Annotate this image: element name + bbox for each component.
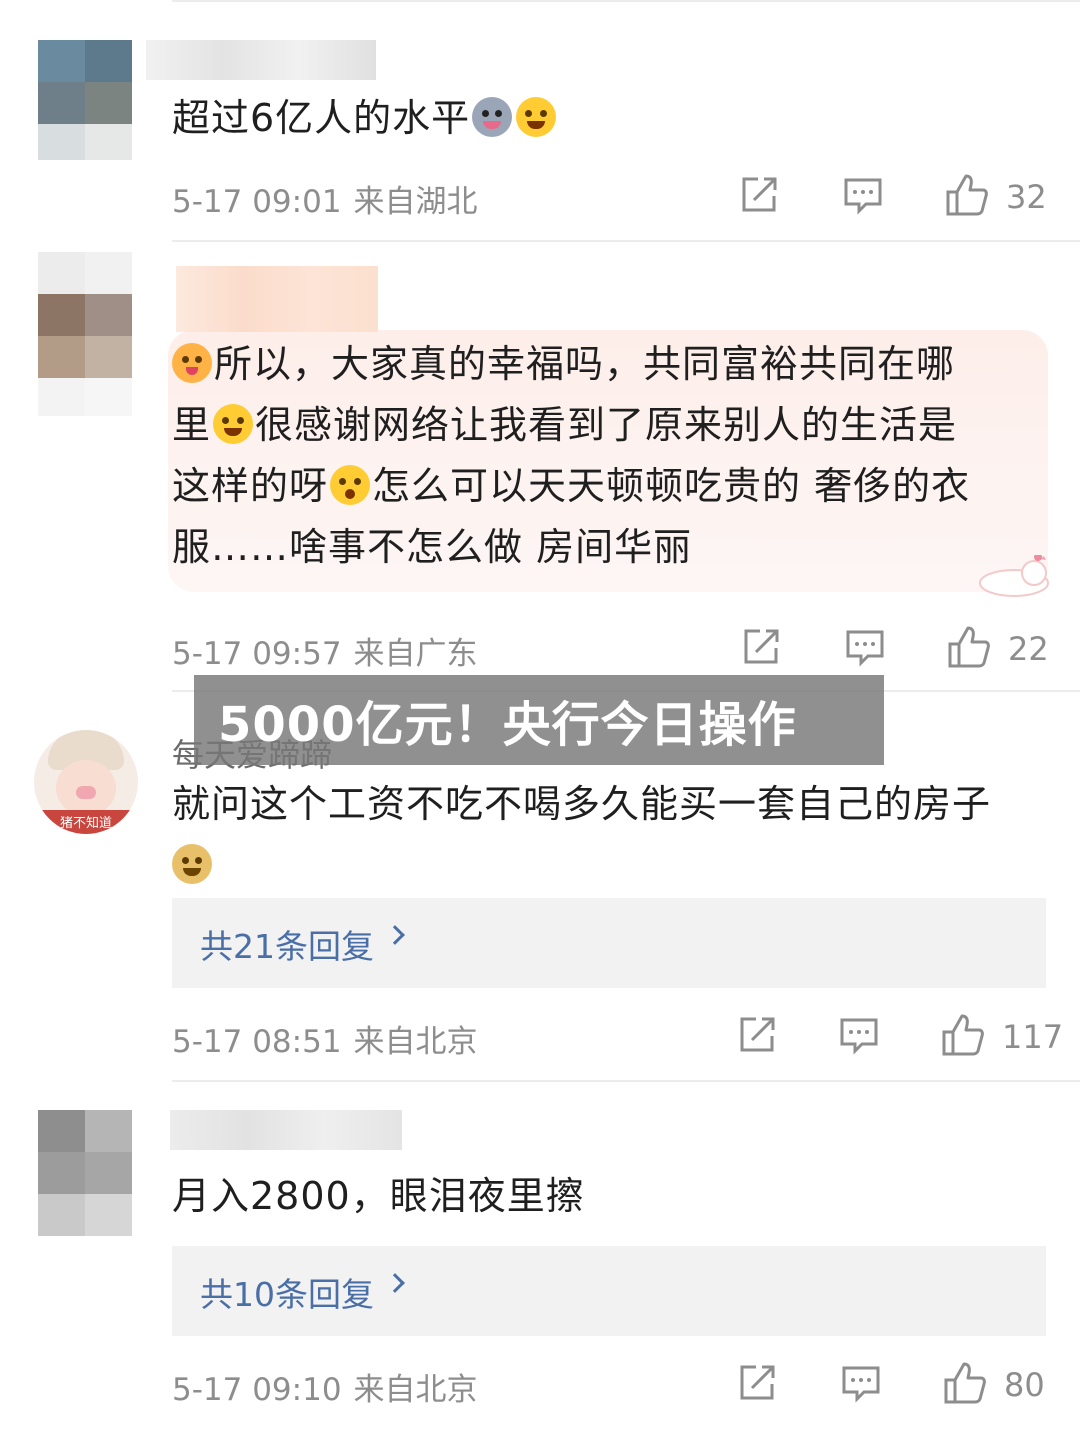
like-count: 22 — [1008, 630, 1049, 668]
blurred-username[interactable] — [176, 266, 378, 332]
comment-meta: 5-17 09:01 来自湖北 — [172, 176, 478, 221]
husky-emoji-icon — [472, 97, 513, 137]
comment-4: 月入2800，眼泪夜里擦 共10条回复 5-17 09:10 来自北京 80 — [0, 1082, 1080, 1440]
location: 来自北京 — [353, 1024, 478, 1060]
comment-icon[interactable] — [842, 174, 884, 216]
like-icon[interactable] — [946, 624, 992, 670]
comment-meta: 5-17 09:10 来自北京 — [172, 1364, 478, 1409]
timestamp: 5-17 09:57 — [172, 636, 342, 672]
comment-icon[interactable] — [844, 626, 886, 668]
avatar-caption: 猪不知道 — [59, 816, 112, 831]
share-icon[interactable] — [738, 174, 780, 216]
view-replies-button[interactable]: 共10条回复 — [172, 1246, 1046, 1336]
like-icon[interactable] — [942, 1360, 988, 1406]
avatar[interactable]: 猪不知道 — [34, 730, 138, 834]
doge-emoji-icon — [172, 844, 212, 884]
comment-actions: 117 — [736, 1012, 1063, 1064]
like-count: 32 — [1006, 178, 1047, 216]
comment-actions: 80 — [736, 1362, 1056, 1412]
blurred-username[interactable] — [170, 1110, 402, 1150]
blush-emoji-icon — [172, 343, 212, 383]
replies-count-link[interactable]: 共21条回复 — [200, 920, 374, 968]
headline-overlay: 5000亿元！央行今日操作 — [194, 675, 884, 765]
comment-actions: 22 — [736, 626, 1056, 676]
comment-icon[interactable] — [838, 1014, 880, 1056]
like-count: 117 — [1002, 1018, 1064, 1056]
comment-text: 月入2800，眼泪夜里擦 — [172, 1174, 585, 1218]
comment-text: 超过6亿人的水平 — [172, 88, 558, 149]
comment-meta: 5-17 08:51 来自北京 — [172, 1016, 478, 1061]
like-icon[interactable] — [940, 1012, 986, 1058]
share-icon[interactable] — [736, 1014, 778, 1056]
like-icon[interactable] — [944, 172, 990, 218]
view-replies-button[interactable]: 共21条回复 — [172, 898, 1046, 988]
share-icon[interactable] — [740, 626, 782, 668]
avatar[interactable] — [38, 252, 132, 416]
timestamp: 5-17 09:01 — [172, 184, 342, 220]
grin-emoji-icon — [213, 404, 254, 444]
comment-text: 就问这个工资不吃不喝多久能买一套自己的房子 — [172, 774, 1052, 896]
replies-count-link[interactable]: 共10条回复 — [200, 1268, 374, 1316]
comment-2: 所以，大家真的幸福吗，共同富裕共同在哪 里很感谢网络让我看到了原来别人的生活是 … — [0, 242, 1080, 692]
laugh-cry-emoji-icon — [516, 97, 557, 137]
location: 来自湖北 — [353, 184, 478, 220]
timestamp: 5-17 08:51 — [172, 1024, 342, 1060]
location: 来自广东 — [353, 636, 478, 672]
timestamp: 5-17 09:10 — [172, 1372, 342, 1408]
avatar[interactable] — [38, 1110, 132, 1236]
chevron-right-icon — [385, 925, 405, 945]
chevron-right-icon — [385, 1273, 405, 1293]
headline-text: 5000亿元！央行今日操作 — [218, 697, 797, 753]
comment-1: 超过6亿人的水平 5-17 09:01 来自湖北 32 — [0, 0, 1080, 242]
location: 来自北京 — [353, 1372, 478, 1408]
blurred-username[interactable] — [146, 40, 376, 80]
avatar[interactable] — [38, 40, 132, 160]
like-count: 80 — [1004, 1366, 1045, 1404]
comment-text: 所以，大家真的幸福吗，共同富裕共同在哪 里很感谢网络让我看到了原来别人的生活是 … — [172, 342, 971, 569]
shocked-emoji-icon — [330, 465, 371, 505]
comment-icon[interactable] — [840, 1362, 882, 1404]
comment-actions: 32 — [736, 174, 1056, 224]
share-icon[interactable] — [736, 1362, 778, 1404]
comment-meta: 5-17 09:57 来自广东 — [172, 628, 478, 673]
